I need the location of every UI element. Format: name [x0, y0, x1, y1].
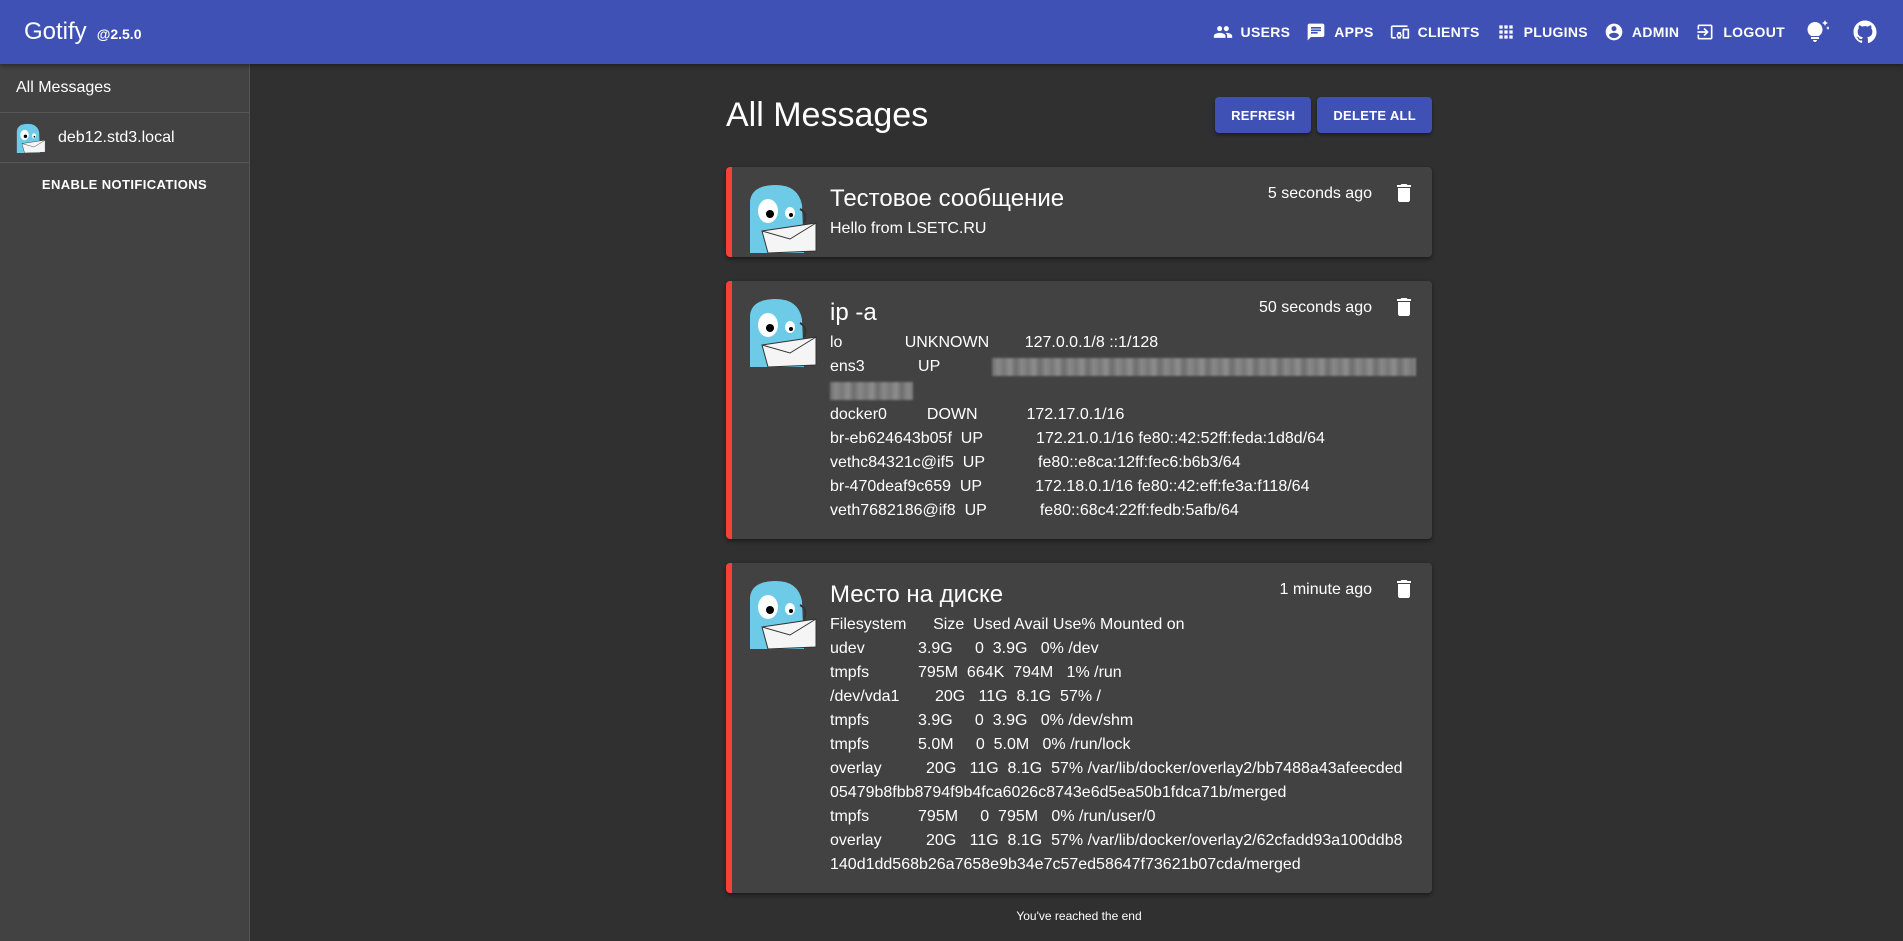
message-line: tmpfs 5.0M 0 5.0M 0% /run/lock	[830, 736, 1131, 753]
message-body: Hello from LSETC.RU	[830, 217, 1420, 241]
message-time: 5 seconds ago	[1267, 185, 1372, 202]
chat-icon	[1307, 23, 1325, 41]
app-version: @2.5.0	[96, 26, 142, 42]
nav-clients-button[interactable]: CLIENTS	[1382, 14, 1488, 50]
nav-admin-button[interactable]: ADMIN	[1596, 14, 1687, 50]
exit-icon	[1697, 24, 1713, 40]
account-circle-icon	[1605, 23, 1623, 41]
delete-message-button[interactable]	[1392, 295, 1416, 319]
message-line: br-eb624643b05f UP 172.21.0.1/16 fe80::4…	[830, 430, 1325, 447]
message-line: overlay 20G 11G 8.1G 57% /var/lib/docker…	[830, 760, 1403, 777]
github-button[interactable]	[1841, 8, 1889, 56]
app-title[interactable]: Gotify	[24, 18, 87, 46]
nav-admin-label: ADMIN	[1631, 24, 1680, 40]
message-line: vethc84321c@if5 UP fe80::e8ca:12ff:fec6:…	[830, 454, 1241, 471]
nav-users-label: USERS	[1240, 24, 1291, 40]
nav-plugins-button[interactable]: PLUGINS	[1488, 14, 1596, 50]
message-line: udev 3.9G 0 3.9G 0% /dev	[830, 640, 1099, 657]
nav-plugins-label: PLUGINS	[1523, 24, 1588, 40]
redacted-block	[992, 358, 1416, 376]
nav-users-button[interactable]: USERS	[1205, 14, 1299, 50]
sidebar-item-label: All Messages	[16, 79, 112, 96]
end-of-list-text: You've reached the end	[1016, 909, 1142, 923]
main-content: All Messages REFRESH DELETE ALL Тестовое…	[726, 64, 1432, 923]
nav-apps-label: APPS	[1334, 24, 1374, 40]
delete-all-button[interactable]: DELETE ALL	[1317, 97, 1432, 133]
message-card: Место на диске 1 minute ago Filesystem S…	[726, 563, 1432, 893]
nav-logout-button[interactable]: LOGOUT	[1687, 14, 1793, 50]
delete-message-button[interactable]	[1392, 181, 1416, 205]
devices-icon	[1390, 25, 1409, 39]
trash-icon	[1397, 298, 1411, 316]
redacted-block	[830, 381, 913, 400]
message-line: docker0 DOWN 172.17.0.1/16	[830, 406, 1125, 423]
message-line: lo UNKNOWN 127.0.0.1/8 ::1/128	[830, 334, 1159, 351]
top-nav: USERS APPS CLIENTS PLUGINS ADMIN LOGOUT	[1205, 0, 1889, 64]
theme-toggle-button[interactable]	[1793, 8, 1841, 56]
message-line: br-470deaf9c659 UP 172.18.0.1/16 fe80::4…	[830, 478, 1310, 495]
nav-clients-label: CLIENTS	[1417, 24, 1480, 40]
trash-icon	[1397, 580, 1411, 598]
message-card: Тестовое сообщение 5 seconds ago Hello f…	[726, 167, 1432, 257]
app-bar: Gotify @2.5.0 USERS APPS CLIENTS PLUGINS…	[0, 0, 1903, 64]
sidebar-item-label: deb12.std3.local	[58, 128, 175, 146]
message-line: tmpfs 3.9G 0 3.9G 0% /dev/shm	[830, 712, 1134, 729]
message-time: 50 seconds ago	[1259, 299, 1372, 316]
message-line: veth7682186@if8 UP fe80::68c4:22ff:fedb:…	[830, 502, 1239, 519]
message-time: 1 minute ago	[1279, 581, 1372, 598]
sidebar-item-app[interactable]: deb12.std3.local	[0, 113, 249, 163]
message-line: tmpfs 795M 0 795M 0% /run/user/0	[830, 808, 1156, 825]
message-line: Hello from LSETC.RU	[830, 220, 987, 237]
message-body: Filesystem Size Used Avail Use% Mounted …	[830, 613, 1420, 877]
delete-message-button[interactable]	[1392, 577, 1416, 601]
sidebar-item-all-messages[interactable]: All Messages	[0, 64, 249, 113]
message-line-row: ens3 UP	[830, 355, 1420, 379]
nav-logout-label: LOGOUT	[1723, 24, 1785, 40]
message-line: tmpfs 795M 664K 794M 1% /run	[830, 664, 1122, 681]
trash-icon	[1397, 184, 1411, 202]
lightbulb-icon	[1807, 20, 1829, 42]
nav-apps-button[interactable]: APPS	[1298, 14, 1381, 50]
users-icon	[1213, 26, 1232, 38]
message-line: 140d1dd568b26a7658e9b34e7c57ed58647f7362…	[830, 856, 1301, 873]
brand: Gotify @2.5.0	[24, 18, 141, 46]
page-header: All Messages REFRESH DELETE ALL	[726, 64, 1432, 167]
enable-notifications-button[interactable]: ENABLE NOTIFICATIONS	[0, 177, 249, 192]
message-body: lo UNKNOWN 127.0.0.1/8 ::1/128ens3 UPdoc…	[830, 331, 1420, 523]
gopher-avatar-icon	[750, 581, 817, 649]
message-line-row	[830, 379, 1420, 403]
header-actions: REFRESH DELETE ALL	[1209, 97, 1432, 133]
refresh-button[interactable]: REFRESH	[1215, 97, 1312, 133]
page-title: All Messages	[726, 96, 929, 134]
github-icon	[1853, 20, 1877, 44]
message-line: ens3 UP	[830, 358, 941, 375]
gopher-avatar-icon	[750, 185, 817, 253]
sidebar: All Messages deb12.std3.local ENABLE NOT…	[0, 64, 250, 941]
apps-grid-icon	[1498, 25, 1513, 39]
gopher-avatar-icon	[750, 299, 817, 367]
message-card: ip -a 50 seconds ago lo UNKNOWN 127.0.0.…	[726, 281, 1432, 539]
message-line: Filesystem Size Used Avail Use% Mounted …	[830, 616, 1185, 633]
message-line: /dev/vda1 20G 11G 8.1G 57% /	[830, 688, 1101, 705]
message-line: 05479b8fbb8794f9b4fca6026c8743e6d5ea50b1…	[830, 784, 1287, 801]
gopher-avatar-icon	[16, 122, 46, 153]
message-line: overlay 20G 11G 8.1G 57% /var/lib/docker…	[830, 832, 1403, 849]
